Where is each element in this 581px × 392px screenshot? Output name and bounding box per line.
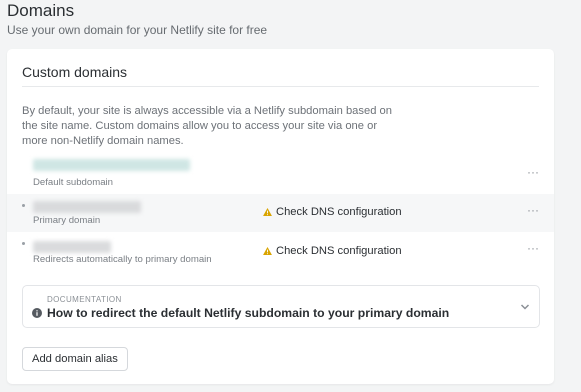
card-description: By default, your site is always accessib… [22,105,392,147]
warning-icon [263,208,272,216]
documentation-accordion[interactable]: DOCUMENTATION How to redirect the defaul… [22,285,540,328]
options-menu-button[interactable]: ··· [527,166,539,178]
warning-icon [263,247,272,255]
redacted-domain-name [33,159,190,171]
bullet-icon [22,242,25,245]
domain-row-default: Default subdomain ··· [7,156,554,194]
card-title: Custom domains [22,64,128,80]
page-header: Domains Use your own domain for your Net… [7,0,267,38]
dns-warning-label: Check DNS configuration [276,245,402,257]
domain-sublabel: Primary domain [33,215,101,226]
documentation-label: DOCUMENTATION [47,295,122,304]
info-icon [32,308,42,318]
documentation-link[interactable]: How to redirect the default Netlify subd… [47,306,449,320]
redacted-domain-name [33,241,111,253]
options-menu-button[interactable]: ··· [527,204,539,216]
domain-row-primary: Primary domain Check DNS configuration ·… [7,194,554,232]
domain-sublabel: Default subdomain [33,177,113,188]
check-dns-link[interactable]: Check DNS configuration [263,206,402,218]
check-dns-link[interactable]: Check DNS configuration [263,245,402,257]
custom-domains-card: Custom domains By default, your site is … [7,49,554,384]
bullet-icon [22,204,25,207]
chevron-down-icon[interactable] [520,303,530,311]
page-subtitle: Use your own domain for your Netlify sit… [7,23,268,37]
dns-warning-label: Check DNS configuration [276,206,402,218]
options-menu-button[interactable]: ··· [527,242,539,254]
page-title: Domains [7,1,75,20]
domain-sublabel: Redirects automatically to primary domai… [33,254,212,265]
redacted-domain-name [33,201,141,213]
domain-row-redirect: Redirects automatically to primary domai… [7,232,554,270]
add-domain-alias-button[interactable]: Add domain alias [22,347,128,371]
divider [22,86,539,87]
